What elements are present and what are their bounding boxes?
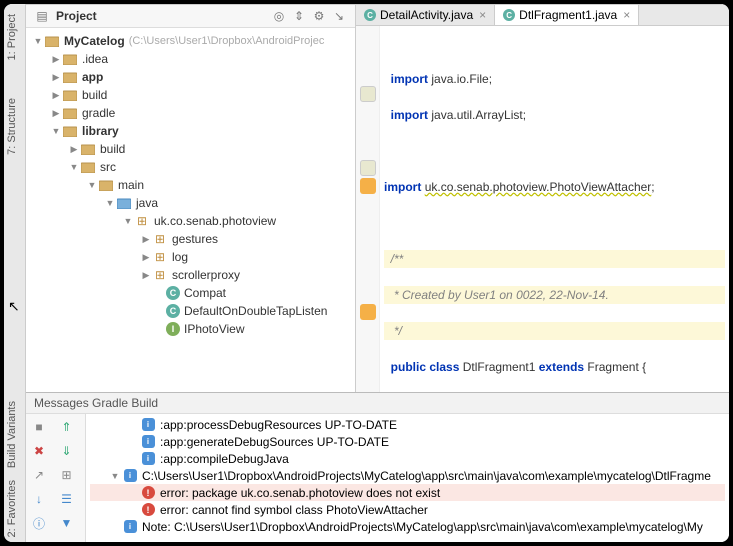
project-tree[interactable]: ▼ MyCatelog (C:\Users\User1\Dropbox\Andr…	[26, 28, 355, 392]
project-tool-window: ▤ Project ◎ ⇕ ⚙ ↘ ▼ MyCatelog (C:\Users\…	[26, 4, 356, 392]
pin-icon[interactable]: ↓	[30, 490, 48, 508]
error-underline: uk.co.senab.photoview.PhotoViewAttacher	[425, 180, 652, 194]
vtab-structure[interactable]: 7: Structure	[4, 94, 20, 159]
up-icon[interactable]: ⇑	[58, 418, 76, 436]
gutter	[356, 26, 380, 392]
stop-icon[interactable]: ■	[30, 418, 48, 436]
tree-item-java[interactable]: ▼java	[26, 194, 355, 212]
message-text: error: cannot find symbol class PhotoVie…	[160, 503, 428, 517]
target-icon[interactable]: ◎	[271, 8, 287, 24]
tab-detailactivity[interactable]: CDetailActivity.java×	[356, 5, 495, 25]
export-icon[interactable]: ↗	[30, 466, 48, 484]
tree-item-scrollerproxy[interactable]: ▶⊞scrollerproxy	[26, 266, 355, 284]
tree-item-defaultdbl[interactable]: CDefaultOnDoubleTapListen	[26, 302, 355, 320]
hide-icon[interactable]: ↘	[331, 8, 347, 24]
left-tool-window-bar: 1: Project 7: Structure Build Variants 2…	[4, 4, 26, 542]
error-icon: !	[142, 486, 155, 499]
vtab-favorites[interactable]: 2: Favorites	[4, 476, 20, 541]
down-icon[interactable]: ⇓	[58, 442, 76, 460]
message-row[interactable]: ▼iC:\Users\User1\Dropbox\AndroidProjects…	[90, 467, 725, 484]
vtab-project[interactable]: 1: Project	[4, 10, 20, 64]
info-icon: i	[124, 520, 137, 533]
tree-item-log[interactable]: ▶⊞log	[26, 248, 355, 266]
vtab-build-variants[interactable]: Build Variants	[4, 397, 20, 472]
message-text: error: package uk.co.senab.photoview doe…	[160, 486, 440, 500]
interface-icon: I	[166, 322, 180, 336]
collapse-icon[interactable]: ⇕	[291, 8, 307, 24]
close-icon[interactable]: ✖	[30, 442, 48, 460]
list-icon[interactable]: ☰	[58, 490, 76, 508]
filter-icon[interactable]: ▼	[58, 514, 76, 532]
tree-item-iphotoview[interactable]: IIPhotoView	[26, 320, 355, 338]
tree-item-package[interactable]: ▼⊞uk.co.senab.photoview	[26, 212, 355, 230]
code-editor: CDetailActivity.java× CDtlFragment1.java…	[356, 4, 729, 392]
close-icon[interactable]: ×	[479, 8, 486, 22]
tree-item-lib-build[interactable]: ▶build	[26, 140, 355, 158]
info-icon: i	[142, 452, 155, 465]
class-icon: C	[503, 9, 515, 21]
info-icon[interactable]: ⓘ	[30, 514, 48, 532]
folder-icon: ▤	[34, 8, 50, 24]
tree-item-app[interactable]: ▶app	[26, 68, 355, 86]
tree-item-src[interactable]: ▼src	[26, 158, 355, 176]
info-icon: i	[142, 418, 155, 431]
class-icon: C	[364, 9, 376, 21]
message-text: C:\Users\User1\Dropbox\AndroidProjects\M…	[142, 469, 711, 483]
code-area[interactable]: import java.io.File; import java.util.Ar…	[356, 26, 729, 392]
message-row[interactable]: ! error: package uk.co.senab.photoview do…	[90, 484, 725, 501]
tree-item-gradle[interactable]: ▶gradle	[26, 104, 355, 122]
error-icon: !	[142, 503, 155, 516]
project-header: ▤ Project ◎ ⇕ ⚙ ↘	[26, 5, 355, 28]
fold-icon[interactable]	[360, 86, 376, 102]
messages-list[interactable]: i :app:processDebugResources UP-TO-DATE i:…	[86, 414, 729, 542]
expand-icon[interactable]: ⊞	[58, 466, 76, 484]
info-icon: i	[142, 435, 155, 448]
tab-dtlfragment1[interactable]: CDtlFragment1.java×	[495, 5, 639, 25]
gear-icon[interactable]: ⚙	[311, 8, 327, 24]
tree-root[interactable]: ▼ MyCatelog (C:\Users\User1\Dropbox\Andr…	[26, 32, 355, 50]
message-row[interactable]: i :app:generateDebugSources UP-TO-DATE	[90, 433, 725, 450]
message-text: Note: C:\Users\User1\Dropbox\AndroidProj…	[142, 520, 703, 534]
close-icon[interactable]: ×	[623, 8, 630, 22]
message-text: :app:processDebugResources UP-TO-DATE	[160, 418, 397, 432]
message-row[interactable]: i :app:compileDebugJava	[90, 450, 725, 467]
message-text: :app:generateDebugSources UP-TO-DATE	[160, 435, 389, 449]
class-icon: C	[166, 304, 180, 318]
class-icon: C	[166, 286, 180, 300]
messages-panel: Messages Gradle Build ■ ⇑ ✖ ⇓ ↗ ⊞ ↓ ☰ ⓘ …	[26, 392, 729, 542]
override-icon[interactable]	[360, 304, 376, 320]
message-row[interactable]: ! error: cannot find symbol class PhotoVi…	[90, 501, 725, 518]
editor-tabs: CDetailActivity.java× CDtlFragment1.java…	[356, 5, 729, 26]
tree-item-gestures[interactable]: ▶⊞gestures	[26, 230, 355, 248]
tree-item-build[interactable]: ▶build	[26, 86, 355, 104]
tree-item-compat[interactable]: CCompat	[26, 284, 355, 302]
tree-item-idea[interactable]: ▶.idea	[26, 50, 355, 68]
messages-title: Messages Gradle Build	[26, 393, 729, 414]
override-icon[interactable]	[360, 178, 376, 194]
messages-toolbar: ■ ⇑ ✖ ⇓ ↗ ⊞ ↓ ☰ ⓘ ▼	[26, 414, 86, 542]
tree-item-main[interactable]: ▼main	[26, 176, 355, 194]
message-row[interactable]: i :app:processDebugResources UP-TO-DATE	[90, 416, 725, 433]
info-icon: i	[124, 469, 137, 482]
fold-icon[interactable]	[360, 160, 376, 176]
message-text: :app:compileDebugJava	[160, 452, 289, 466]
tree-item-library[interactable]: ▼library	[26, 122, 355, 140]
project-title: Project	[56, 9, 97, 23]
message-row[interactable]: i Note: C:\Users\User1\Dropbox\AndroidPro…	[90, 518, 725, 535]
